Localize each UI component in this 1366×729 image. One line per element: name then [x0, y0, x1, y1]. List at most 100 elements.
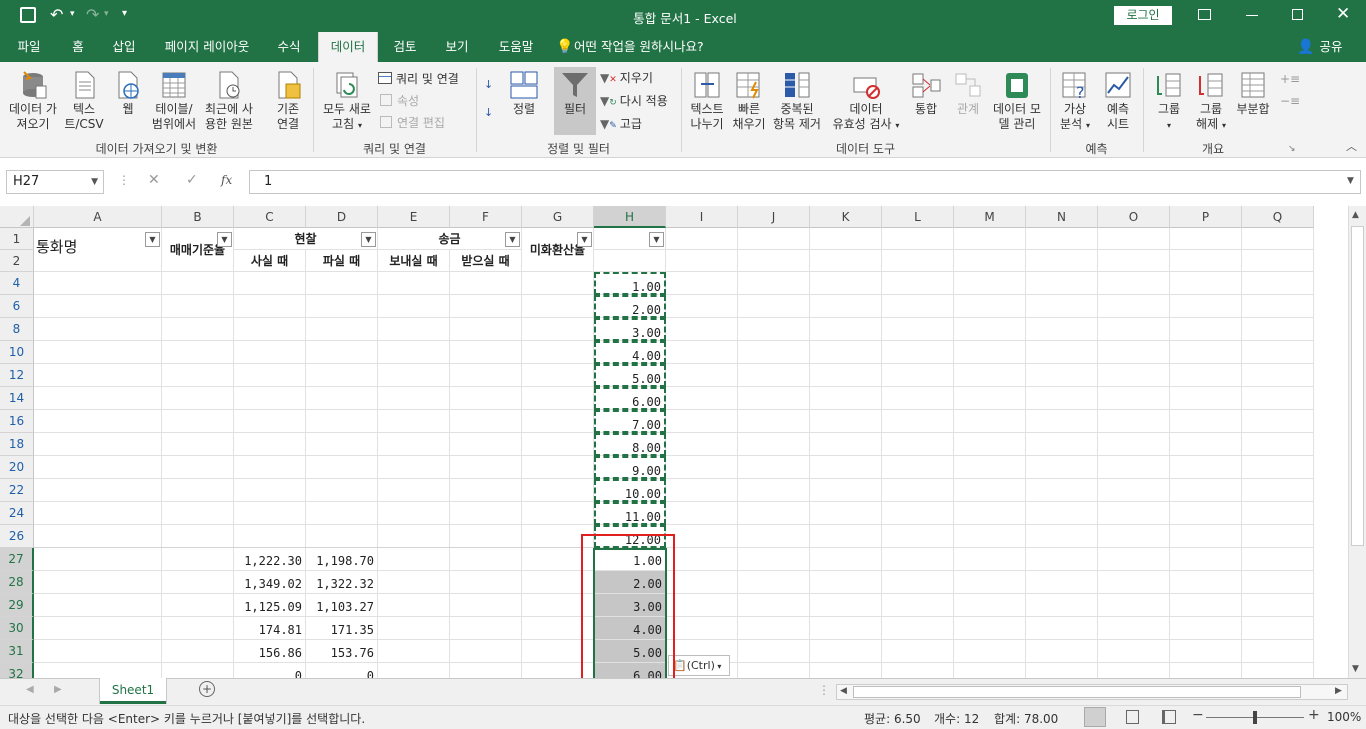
cell-c1[interactable]: 현찰 [234, 228, 378, 250]
cell[interactable] [666, 571, 738, 594]
filter-dropdown-a-icon[interactable]: ▼ [145, 232, 160, 247]
cell[interactable] [954, 617, 1026, 640]
cell[interactable] [1098, 571, 1170, 594]
cell[interactable] [882, 456, 954, 479]
cell[interactable] [810, 318, 882, 341]
cell[interactable] [450, 663, 522, 678]
row-header[interactable]: 30 [0, 617, 34, 640]
cell[interactable] [162, 295, 234, 318]
cell[interactable] [882, 502, 954, 525]
cell[interactable] [162, 525, 234, 548]
cell[interactable] [1098, 387, 1170, 410]
cell[interactable] [378, 548, 450, 571]
cell[interactable] [306, 272, 378, 295]
cell[interactable] [666, 479, 738, 502]
cell[interactable] [522, 410, 594, 433]
cell[interactable] [234, 502, 306, 525]
cell[interactable] [522, 387, 594, 410]
cell[interactable] [810, 525, 882, 548]
row-header[interactable]: 18 [0, 433, 34, 456]
row-header[interactable]: 8 [0, 318, 34, 341]
cell[interactable] [306, 341, 378, 364]
cell[interactable] [450, 318, 522, 341]
cell[interactable] [234, 433, 306, 456]
cell[interactable] [34, 272, 162, 295]
cell-d-value[interactable]: 153.76 [306, 640, 378, 663]
row-header[interactable]: 12 [0, 364, 34, 387]
cell[interactable] [810, 228, 882, 250]
cell-d-value[interactable]: 1,322.32 [306, 571, 378, 594]
cell[interactable] [1026, 456, 1098, 479]
cell[interactable] [666, 410, 738, 433]
hscroll-thumb[interactable] [853, 686, 1301, 698]
cell[interactable] [954, 502, 1026, 525]
cell[interactable] [810, 502, 882, 525]
cell[interactable] [810, 364, 882, 387]
share-button[interactable]: 공유 [1316, 32, 1346, 62]
cell[interactable] [34, 341, 162, 364]
cell[interactable] [1098, 617, 1170, 640]
cell[interactable] [1242, 272, 1314, 295]
cell[interactable] [34, 594, 162, 617]
cell[interactable] [882, 318, 954, 341]
cell[interactable] [810, 548, 882, 571]
cell-d-value[interactable]: 1,103.27 [306, 594, 378, 617]
column-header-g[interactable]: G [522, 206, 594, 228]
cell[interactable] [738, 502, 810, 525]
reapply-button[interactable]: ▼↻ 다시 적용 [600, 92, 668, 112]
cell-c2[interactable]: 사실 때 [234, 250, 306, 272]
cell[interactable] [450, 640, 522, 663]
cell[interactable] [450, 456, 522, 479]
row-header[interactable]: 29 [0, 594, 34, 617]
cell[interactable] [450, 571, 522, 594]
cell[interactable] [450, 502, 522, 525]
cell[interactable] [1026, 663, 1098, 678]
cell[interactable] [1242, 410, 1314, 433]
cell[interactable] [1242, 571, 1314, 594]
cell[interactable] [1170, 272, 1242, 295]
cell[interactable] [810, 456, 882, 479]
cell[interactable] [378, 318, 450, 341]
cell[interactable] [954, 525, 1026, 548]
cell[interactable] [234, 525, 306, 548]
cell[interactable] [882, 617, 954, 640]
row-header[interactable]: 1 [0, 228, 34, 250]
cell[interactable] [1098, 433, 1170, 456]
row-header[interactable]: 10 [0, 341, 34, 364]
cell-e1[interactable]: 송금 [378, 228, 522, 250]
ungroup-button[interactable]: 그룹 해제 ▾ [1190, 70, 1232, 133]
hscroll-right-icon[interactable]: ▶ [1335, 686, 1342, 696]
cell[interactable] [162, 387, 234, 410]
sheet-tab-sheet1[interactable]: Sheet1 [100, 678, 166, 704]
column-header-l[interactable]: L [882, 206, 954, 228]
cell[interactable] [1170, 387, 1242, 410]
tab-help[interactable]: 도움말 [488, 32, 544, 62]
cell[interactable] [34, 433, 162, 456]
cell[interactable] [1170, 295, 1242, 318]
cell[interactable] [954, 571, 1026, 594]
cell[interactable] [1170, 640, 1242, 663]
tab-home[interactable]: 홈 [62, 32, 94, 62]
cell[interactable] [522, 295, 594, 318]
tell-me-search[interactable]: 어떤 작업을 원하시나요? [574, 32, 714, 62]
cell[interactable] [378, 272, 450, 295]
cell-d-value[interactable]: 171.35 [306, 617, 378, 640]
cell[interactable] [1026, 410, 1098, 433]
cell[interactable] [738, 410, 810, 433]
cell[interactable] [1170, 525, 1242, 548]
cell[interactable] [738, 617, 810, 640]
cell[interactable] [666, 548, 738, 571]
cell[interactable] [162, 594, 234, 617]
cell[interactable] [954, 272, 1026, 295]
text-csv-button[interactable]: 텍스 트/CSV [62, 70, 106, 132]
filter-dropdown-d-icon[interactable]: ▼ [361, 232, 376, 247]
text-to-columns-button[interactable]: 텍스트 나누기 [686, 70, 728, 132]
cell[interactable] [882, 479, 954, 502]
sheet-next-icon[interactable]: ▶ [54, 684, 62, 695]
cell[interactable] [1098, 548, 1170, 571]
sort-za-button[interactable]: ↓ [484, 104, 493, 122]
cell[interactable] [1098, 640, 1170, 663]
refresh-all-button[interactable]: 모두 새로 고침 ▾ [316, 70, 378, 133]
cell-h-value[interactable]: 2.00 [594, 295, 666, 318]
cell[interactable] [306, 456, 378, 479]
